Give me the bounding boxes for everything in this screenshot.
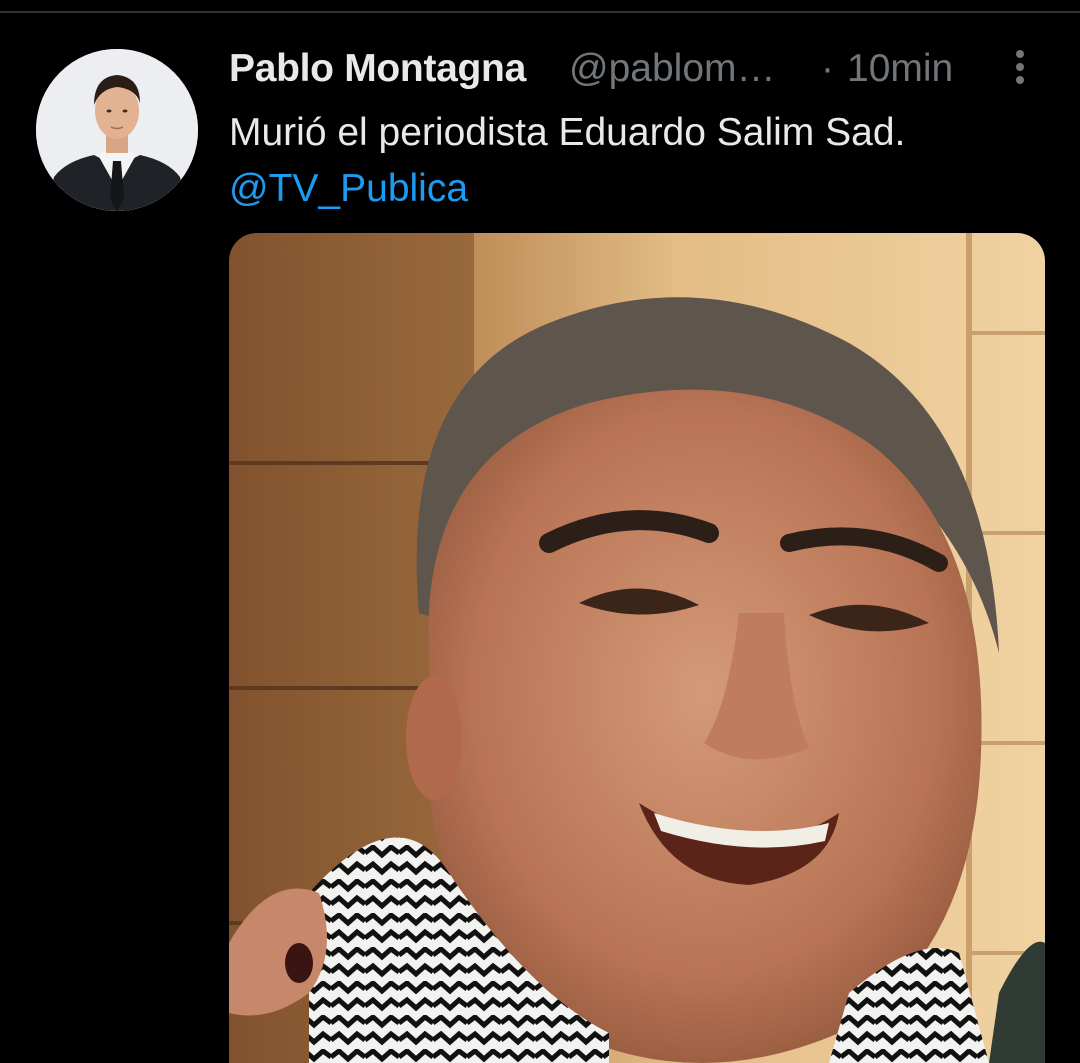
tweet[interactable]: Pablo Montagna @pablom… · 10min Murió el… [0, 13, 1080, 1063]
mention-link[interactable]: @TV_Publica [229, 161, 1049, 217]
author-avatar[interactable] [36, 49, 198, 211]
separator-dot: · [821, 47, 834, 90]
vertical-ellipsis-icon [1016, 50, 1024, 84]
avatar-photo [36, 49, 198, 211]
author-display-name[interactable]: Pablo Montagna [229, 47, 526, 91]
tweet-timestamp[interactable]: 10min [847, 47, 953, 91]
author-handle[interactable]: @pablom… [569, 47, 776, 91]
tweet-header: Pablo Montagna @pablom… · 10min [229, 47, 1029, 91]
tweet-text-line: Murió el periodista Eduardo Salim Sad. [229, 111, 906, 154]
tweet-media-photo[interactable] [229, 233, 1045, 1063]
photo-image [229, 233, 1045, 1063]
tweet-text: Murió el periodista Eduardo Salim Sad. @… [229, 105, 1049, 217]
more-options-button[interactable] [1000, 45, 1040, 95]
